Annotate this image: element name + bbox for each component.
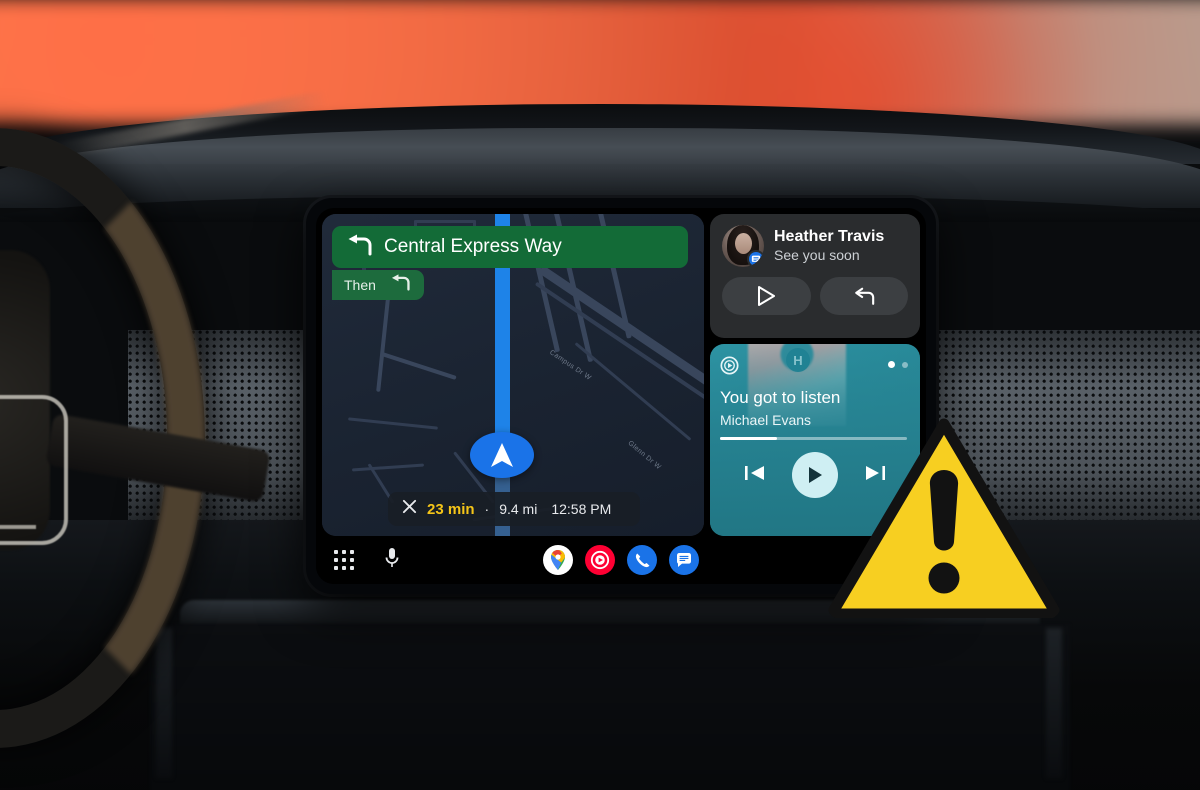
warning-triangle-icon	[828, 418, 1060, 620]
media-artist: Michael Evans	[720, 412, 812, 428]
play-message-button[interactable]	[722, 277, 811, 315]
close-x-icon[interactable]	[402, 499, 417, 519]
notification-text-block: Heather Travis See you soon	[774, 228, 884, 263]
media-title: You got to listen	[720, 388, 841, 407]
eta-separator: ·	[484, 501, 490, 517]
previous-track-button[interactable]	[744, 463, 766, 488]
navigation-then-label: Then	[344, 277, 376, 293]
vehicle-position-marker	[470, 432, 534, 478]
turn-left-arrow-icon	[346, 234, 372, 261]
eta-arrival-time: 12:58 PM	[551, 501, 612, 517]
youtube-music-icon	[720, 356, 739, 380]
map-road	[414, 220, 476, 223]
messages-app-icon[interactable]	[669, 545, 699, 575]
eta-bar[interactable]: 23 min · 9.4 mi 12:58 PM	[388, 492, 640, 526]
console-vent-right	[1046, 628, 1062, 778]
avatar-face	[735, 233, 752, 254]
turn-left-arrow-icon	[390, 274, 410, 296]
page-dot	[902, 361, 908, 368]
navigation-banner[interactable]: Central Express Way	[332, 226, 688, 268]
media-progress-fill	[720, 437, 777, 440]
youtube-music-app-icon[interactable]	[585, 545, 615, 575]
phone-app-icon[interactable]	[627, 545, 657, 575]
eta-duration: 23 min	[427, 500, 475, 518]
console-vent-left	[156, 628, 172, 778]
messages-badge-icon	[747, 250, 764, 267]
reply-message-button[interactable]	[819, 277, 908, 315]
page-dot-active	[888, 361, 895, 368]
map-pane[interactable]: Campus Dr W Glenn Dr W Central Express W…	[322, 214, 704, 536]
notification-actions	[722, 277, 908, 315]
notification-message: See you soon	[774, 246, 860, 263]
center-console-body	[150, 624, 1070, 790]
media-page-dots	[888, 361, 908, 368]
contact-avatar	[722, 225, 764, 267]
maps-app-icon[interactable]	[543, 545, 573, 575]
notification-sender: Heather Travis	[774, 228, 885, 246]
notification-header: Heather Travis See you soon	[722, 225, 908, 267]
message-notification-card[interactable]: Heather Travis See you soon	[710, 214, 920, 338]
navigation-then-banner: Then	[332, 270, 424, 300]
navigation-street-name: Central Express Way	[384, 236, 562, 257]
eta-distance: 9.4 mi	[499, 501, 538, 517]
steering-wheel-badge	[0, 395, 68, 545]
